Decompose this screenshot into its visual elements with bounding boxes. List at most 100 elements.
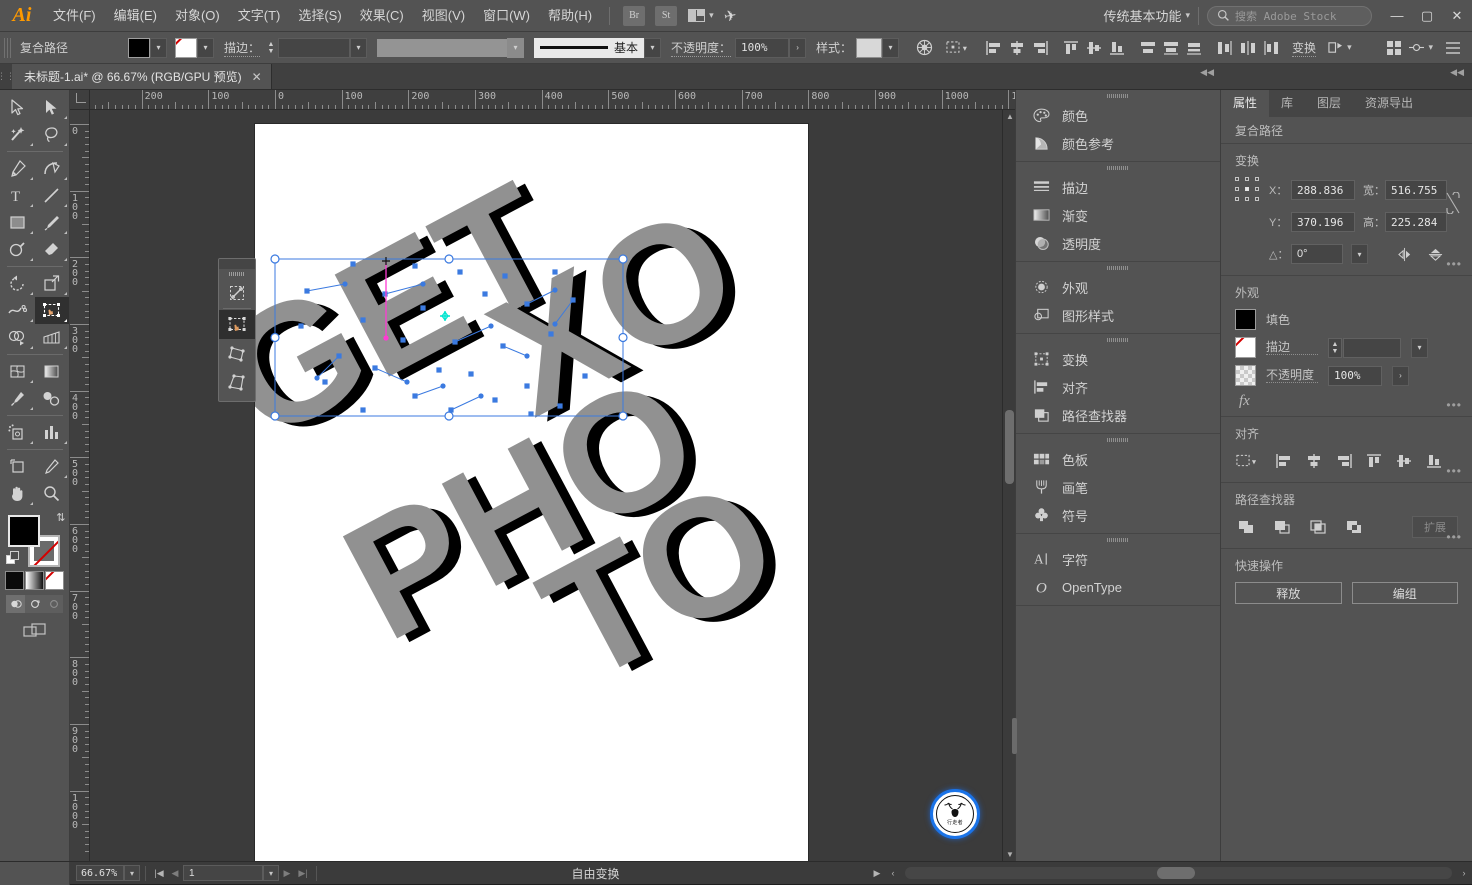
dock-item-opentype[interactable]: O OpenType (1016, 573, 1220, 601)
next-artboard-icon[interactable]: ▶ (279, 865, 295, 881)
angle-field[interactable]: 0° (1291, 244, 1343, 264)
artwork[interactable]: GETXOPHOTOGETXOPHOTO (192, 124, 817, 861)
distribute-top-icon[interactable] (1136, 37, 1159, 59)
scroll-thumb-vertical[interactable] (1005, 410, 1014, 484)
dock-item-brushes[interactable]: 画笔 (1016, 473, 1220, 501)
close-button[interactable]: ✕ (1442, 1, 1472, 31)
appearance-fill-swatch[interactable] (1235, 309, 1256, 330)
widget-grip[interactable] (219, 269, 255, 278)
line-segment-tool[interactable] (35, 182, 69, 209)
minimize-button[interactable]: — (1382, 1, 1412, 31)
align-more-options[interactable]: ••• (1446, 464, 1462, 478)
dock-item-graphic-styles[interactable]: 图形样式 (1016, 301, 1220, 329)
ruler-origin[interactable] (70, 90, 90, 110)
horizontal-ruler[interactable]: 2001000100200300400500600700800900100011… (90, 90, 1015, 110)
draw-inside-icon[interactable] (44, 595, 63, 613)
flip-vertical-icon[interactable] (1424, 243, 1446, 265)
pathfinder-intersect-button[interactable] (1307, 516, 1329, 538)
stroke-color-swatch[interactable] (175, 37, 197, 58)
workspace-switcher-label[interactable]: 传统基本功能 (1103, 6, 1185, 25)
brush-dropdown-icon[interactable]: ▾ (644, 37, 662, 58)
align-left-icon[interactable] (982, 37, 1005, 59)
type-tool[interactable]: T (1, 182, 35, 209)
stroke-weight-field[interactable] (278, 37, 351, 58)
draw-normal-icon[interactable] (6, 595, 25, 613)
reference-point-selector[interactable] (1235, 177, 1261, 203)
recolor-artwork-icon[interactable] (913, 37, 936, 59)
stroke-dropdown-icon[interactable]: ▾ (197, 37, 214, 58)
dock-item-appearance[interactable]: 外观 (1016, 273, 1220, 301)
menu-effect[interactable]: 效果(C) (351, 0, 413, 32)
arrange-documents-button[interactable]: ▾ (688, 9, 714, 22)
menu-select[interactable]: 选择(S) (289, 0, 350, 32)
dock-item-color[interactable]: 颜色 (1016, 101, 1220, 129)
stroke-weight-dropdown-icon[interactable]: ▾ (350, 37, 368, 58)
opacity-panel-icon[interactable]: › (1392, 365, 1409, 386)
control-bar-grip[interactable] (4, 37, 12, 58)
mesh-tool[interactable] (1, 358, 35, 385)
menu-edit[interactable]: 编辑(E) (105, 0, 166, 32)
fill-dropdown-icon[interactable]: ▾ (150, 37, 167, 58)
shape-builder-tool[interactable] (1, 324, 35, 351)
bridge-icon[interactable]: Br (623, 5, 646, 26)
align-left-button[interactable] (1273, 450, 1295, 472)
swap-fill-stroke-icon[interactable]: ⇅ (56, 511, 65, 524)
selection-tool[interactable] (1, 94, 35, 121)
angle-dropdown-icon[interactable]: ▾ (1351, 244, 1368, 264)
opacity-field[interactable]: 100% (735, 37, 790, 58)
appearance-stroke-label[interactable]: 描边 (1266, 340, 1318, 355)
vertical-ruler[interactable]: 0 100 200 300 400 500 600 700 800 900 1000 (70, 110, 90, 861)
appearance-opacity-field[interactable]: 100% (1328, 365, 1382, 386)
opacity-expand-icon[interactable]: › (789, 37, 807, 58)
transform-chevron-icon[interactable]: ▾ (1347, 42, 1352, 53)
menu-file[interactable]: 文件(F) (44, 0, 105, 32)
distribute-horizontal-left-icon[interactable] (1213, 37, 1236, 59)
dock-item-align[interactable]: 对齐 (1016, 373, 1220, 401)
pathfinder-minus-front-button[interactable] (1271, 516, 1293, 538)
menu-type[interactable]: 文字(T) (229, 0, 290, 32)
first-artboard-icon[interactable]: |◀ (151, 865, 167, 881)
dock-group-grip[interactable] (1016, 162, 1220, 173)
menu-help[interactable]: 帮助(H) (539, 0, 601, 32)
free-transform-mode-button[interactable] (219, 310, 255, 339)
preferences-icon[interactable] (1405, 37, 1428, 59)
width-field[interactable]: 516.755 (1385, 180, 1447, 200)
stroke-stepper[interactable]: ▲ ▼ (264, 38, 278, 58)
stroke-weight-stepper[interactable]: ▲ ▼ (1328, 337, 1342, 358)
panel-menu-icon[interactable] (1441, 37, 1464, 59)
tab-layers[interactable]: 图层 (1305, 90, 1353, 117)
dock-item-stroke[interactable]: 描边 (1016, 173, 1220, 201)
change-screen-mode-button[interactable] (18, 621, 52, 641)
gradient-tool[interactable] (35, 358, 69, 385)
transform-label[interactable]: 变换 (1292, 39, 1317, 57)
zoom-dropdown-icon[interactable]: ▾ (124, 865, 140, 881)
blend-tool[interactable] (35, 385, 69, 412)
dock-group-grip[interactable] (1016, 534, 1220, 545)
link-dimensions-icon[interactable] (1446, 191, 1460, 217)
brush-definition-select[interactable]: 基本 (534, 37, 645, 58)
pathfinder-exclude-button[interactable] (1343, 516, 1365, 538)
align-center-vertical-icon[interactable] (1082, 37, 1105, 59)
properties-collapse-icon[interactable]: ◀◀ (1450, 67, 1464, 78)
slice-tool[interactable] (35, 453, 69, 480)
artboard[interactable]: GET XO PHO TO GET XO PHO TO (192, 124, 818, 861)
lasso-tool[interactable] (35, 121, 69, 148)
eraser-tool[interactable] (35, 236, 69, 263)
align-center-vertical-button[interactable] (1393, 450, 1415, 472)
prev-artboard-icon[interactable]: ◀ (167, 865, 183, 881)
select-similar-icon[interactable]: ▾ (944, 37, 974, 59)
appearance-opacity-swatch[interactable] (1235, 365, 1256, 386)
add-effect-icon[interactable]: fx (1235, 393, 1250, 410)
workspace-chevron-icon[interactable]: ▾ (1185, 10, 1190, 21)
style-dropdown-icon[interactable]: ▾ (882, 37, 900, 58)
appearance-stroke-weight-field[interactable] (1343, 337, 1401, 358)
align-to-selector[interactable]: ▾ (1235, 450, 1265, 472)
menu-object[interactable]: 对象(O) (166, 0, 229, 32)
align-right-icon[interactable] (1028, 37, 1051, 59)
align-top-button[interactable] (1363, 450, 1385, 472)
free-distort-button[interactable] (219, 368, 255, 397)
artboard-dropdown-icon[interactable]: ▾ (263, 865, 279, 881)
height-field[interactable]: 225.284 (1385, 212, 1447, 232)
flip-horizontal-icon[interactable] (1394, 243, 1416, 265)
draw-behind-icon[interactable] (25, 595, 44, 613)
